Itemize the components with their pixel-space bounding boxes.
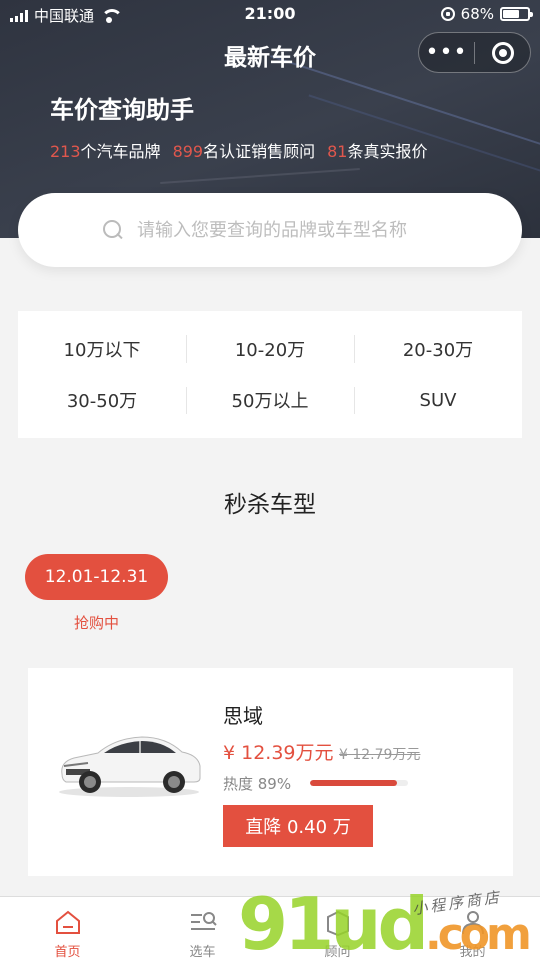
search-input[interactable]	[137, 219, 437, 241]
heat-progress-fill	[310, 780, 398, 786]
sale-date-tab[interactable]: 12.01-12.31	[25, 554, 168, 600]
background-streak	[269, 55, 540, 187]
target-icon	[491, 41, 514, 64]
brand-count-label: 个汽车品牌	[80, 142, 161, 161]
price-range-10-20[interactable]: 10-20万	[186, 323, 354, 375]
brand-count: 213	[50, 142, 81, 161]
search-icon	[103, 220, 123, 240]
close-miniprogram-button[interactable]	[475, 41, 530, 64]
more-menu-button[interactable]: •••	[419, 41, 474, 63]
price-range-grid: 10万以下 10-20万 20-30万 30-50万 50万以上 SUV	[18, 311, 522, 438]
tab-home-label: 首页	[54, 945, 81, 960]
section-title: 秒杀车型	[224, 492, 316, 518]
car-card[interactable]: 思域 ¥ 12.39万元 ¥ 12.79万元 热度 89% 直降 0.40 万	[28, 668, 513, 876]
price-range-over-50[interactable]: 50万以上	[186, 375, 354, 427]
car-original-price: ¥ 12.79万元	[339, 747, 421, 763]
tab-home[interactable]: 首页	[0, 897, 135, 960]
quote-count-label: 条真实报价	[347, 142, 428, 161]
search-bar[interactable]	[18, 193, 522, 267]
background-streak	[160, 168, 360, 184]
battery-percent: 68%	[460, 5, 494, 23]
price-drop-button[interactable]: 直降 0.40 万	[223, 805, 373, 847]
car-image	[59, 736, 201, 797]
advisor-count: 899	[172, 142, 204, 161]
car-name: 思域	[223, 704, 263, 728]
heat-progress-bar	[310, 780, 408, 786]
quote-count: 81	[327, 142, 348, 161]
miniprogram-capsule: •••	[418, 32, 531, 73]
heat-label: 热度 89%	[223, 775, 292, 793]
advisor-count-label: 名认证销售顾问	[203, 142, 316, 161]
car-search-icon	[190, 912, 217, 930]
rotation-lock-icon	[440, 7, 455, 21]
hero-title: 车价查询助手	[50, 96, 194, 124]
price-range-under-10[interactable]: 10万以下	[18, 323, 186, 375]
battery-icon	[500, 7, 533, 21]
car-price: ¥ 12.39万元	[223, 742, 334, 764]
price-range-20-30[interactable]: 20-30万	[354, 323, 522, 375]
hero-stats: 213个汽车品牌 899名认证销售顾问 81条真实报价	[50, 138, 428, 162]
price-range-suv[interactable]: SUV	[354, 375, 522, 427]
sale-status: 抢购中	[73, 614, 119, 632]
price-range-30-50[interactable]: 30-50万	[18, 375, 186, 427]
tab-select-car-label: 选车	[189, 945, 216, 960]
home-icon	[55, 910, 80, 934]
status-bar: 中国联通 21:00 68%	[0, 0, 540, 28]
